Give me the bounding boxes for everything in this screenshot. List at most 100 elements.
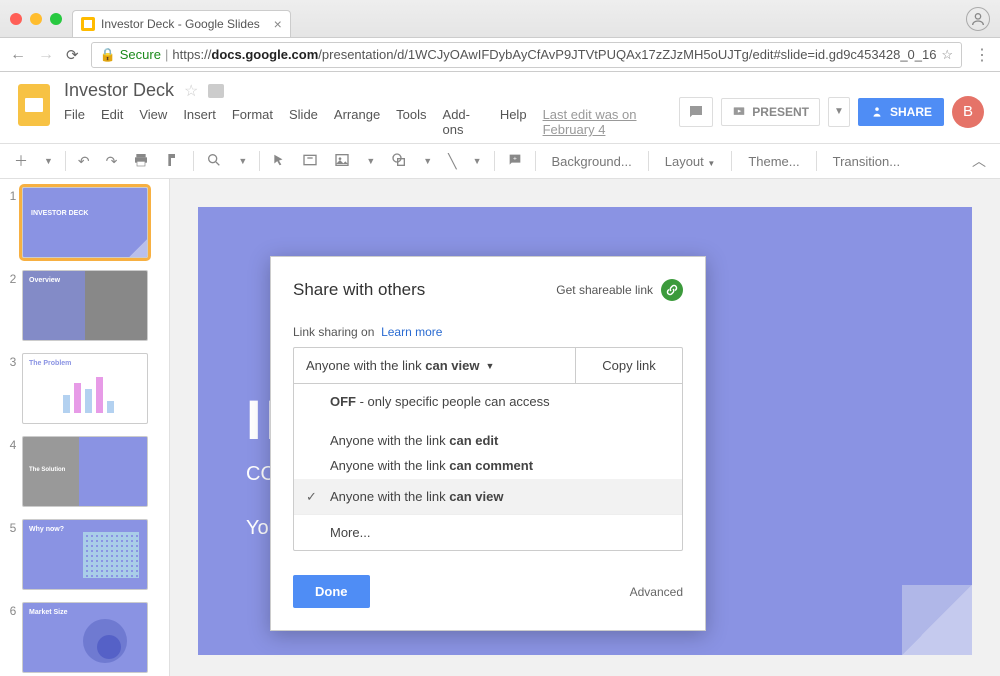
back-icon[interactable]: ← [10,46,26,64]
thumb-slide-1[interactable]: INVESTOR DECK [22,187,148,258]
last-edit-link[interactable]: Last edit was on February 4 [543,107,680,137]
advanced-link[interactable]: Advanced [630,585,683,599]
redo-icon[interactable]: ↷ [102,149,122,174]
learn-more-link[interactable]: Learn more [381,325,442,339]
thumb-title: INVESTOR DECK [31,210,88,217]
permission-current: Anyone with the link can view [306,358,479,373]
permission-option-more[interactable]: More... [294,514,682,550]
secure-label: Secure [120,47,161,62]
layout-button[interactable]: Layout ▼ [657,150,724,173]
select-tool-icon[interactable] [268,149,290,174]
comment-insert-icon[interactable]: + [503,148,527,175]
permission-selector[interactable]: Anyone with the link can view ▼ [294,348,576,383]
address-toolbar: ← → ⟳ 🔒 Secure | https://docs.google.com… [0,38,1000,72]
permission-option-off[interactable]: OFF - only specific people can access [294,384,682,419]
reload-icon[interactable]: ⟳ [66,46,79,64]
permission-option-comment[interactable]: Anyone with the link can comment [294,452,682,479]
menu-arrange[interactable]: Arrange [334,107,380,137]
slides-logo-icon[interactable] [16,80,52,130]
thumb-title: Why now? [29,526,64,533]
toolbar: ＋ ▼ ↶ ↷ ▼ ▼ ▼ ╲ ▼ + Background... Layout… [0,143,1000,179]
chrome-profile-icon[interactable] [966,7,990,31]
image-icon[interactable] [330,148,354,175]
slide-thumbnails[interactable]: 1 INVESTOR DECK 2 Overview 3 The Problem… [0,179,170,676]
address-field[interactable]: 🔒 Secure | https://docs.google.com/prese… [91,42,962,68]
thumb-number: 2 [4,270,22,286]
comments-icon[interactable] [679,97,713,127]
thumb-slide-4[interactable]: The Solution [22,436,148,507]
thumb-title: The Problem [29,360,71,367]
thumb-title: Market Size [29,609,68,616]
thumb-slide-3[interactable]: The Problem [22,353,148,424]
shape-dropdown-icon[interactable]: ▼ [419,152,436,170]
chevron-down-icon: ▼ [485,361,494,371]
menu-file[interactable]: File [64,107,85,137]
zoom-dropdown-icon[interactable]: ▼ [234,152,251,170]
maximize-window-icon[interactable] [50,13,62,25]
move-folder-icon[interactable] [208,84,224,98]
browser-tab[interactable]: Investor Deck - Google Slides × [72,10,291,37]
thumb-number: 4 [4,436,22,452]
thumb-number: 3 [4,353,22,369]
theme-button[interactable]: Theme... [740,150,807,173]
thumb-number: 5 [4,519,22,535]
copy-link-button[interactable]: Copy link [576,348,682,383]
menu-edit[interactable]: Edit [101,107,123,137]
thumb-number: 1 [4,187,22,203]
forward-icon: → [38,46,54,64]
menu-bar: File Edit View Insert Format Slide Arran… [64,101,679,143]
collapse-toolbar-icon[interactable]: ︿ [968,147,990,175]
background-button[interactable]: Background... [544,150,640,173]
menu-help[interactable]: Help [500,107,527,137]
thumb-title: Overview [29,277,60,284]
doc-title[interactable]: Investor Deck [64,80,174,101]
shape-icon[interactable] [387,148,411,175]
avatar[interactable]: B [952,96,984,128]
thumb-slide-5[interactable]: Why now? [22,519,148,590]
permission-option-edit[interactable]: Anyone with the link can edit [294,419,682,452]
menu-slide[interactable]: Slide [289,107,318,137]
permission-dropdown: OFF - only specific people can access An… [294,383,682,550]
link-sharing-status: Link sharing on Learn more [293,325,683,339]
thumb-slide-6[interactable]: Market Size [22,602,148,673]
star-doc-icon[interactable]: ☆ [184,81,198,101]
minimize-window-icon[interactable] [30,13,42,25]
share-button[interactable]: SHARE [858,98,944,126]
line-icon[interactable]: ╲ [444,149,460,174]
undo-icon[interactable]: ↶ [74,149,94,174]
url-text: https://docs.google.com/presentation/d/1… [172,47,936,62]
new-slide-icon[interactable]: ＋ [10,147,32,175]
chrome-menu-icon[interactable]: ⋮ [974,45,990,65]
slides-favicon-icon [81,17,95,31]
lock-icon: 🔒 [100,47,116,63]
print-icon[interactable] [129,148,153,175]
menu-format[interactable]: Format [232,107,273,137]
menu-addons[interactable]: Add-ons [443,107,484,137]
new-slide-dropdown-icon[interactable]: ▼ [40,152,57,170]
close-tab-icon[interactable]: × [274,16,282,32]
menu-tools[interactable]: Tools [396,107,426,137]
thumb-slide-2[interactable]: Overview [22,270,148,341]
paint-format-icon[interactable] [161,148,185,175]
share-dialog: Share with others Get shareable link Lin… [270,256,706,631]
done-button[interactable]: Done [293,575,370,608]
thumb-title: The Solution [29,467,65,473]
present-button[interactable]: PRESENT [721,98,820,126]
bookmark-star-icon[interactable]: ☆ [941,47,953,63]
textbox-icon[interactable] [298,148,322,175]
menu-view[interactable]: View [139,107,167,137]
get-shareable-link[interactable]: Get shareable link [556,279,683,301]
zoom-icon[interactable] [202,148,226,175]
line-dropdown-icon[interactable]: ▼ [469,152,486,170]
slide-corner-fold [902,585,972,655]
dialog-title: Share with others [293,280,425,300]
link-icon [661,279,683,301]
present-dropdown-icon[interactable]: ▼ [828,97,850,127]
permission-option-view[interactable]: Anyone with the link can view [294,479,682,514]
menu-insert[interactable]: Insert [183,107,216,137]
browser-tab-strip: Investor Deck - Google Slides × [0,0,1000,38]
image-dropdown-icon[interactable]: ▼ [362,152,379,170]
thumb-number: 6 [4,602,22,618]
close-window-icon[interactable] [10,13,22,25]
transition-button[interactable]: Transition... [825,150,908,173]
